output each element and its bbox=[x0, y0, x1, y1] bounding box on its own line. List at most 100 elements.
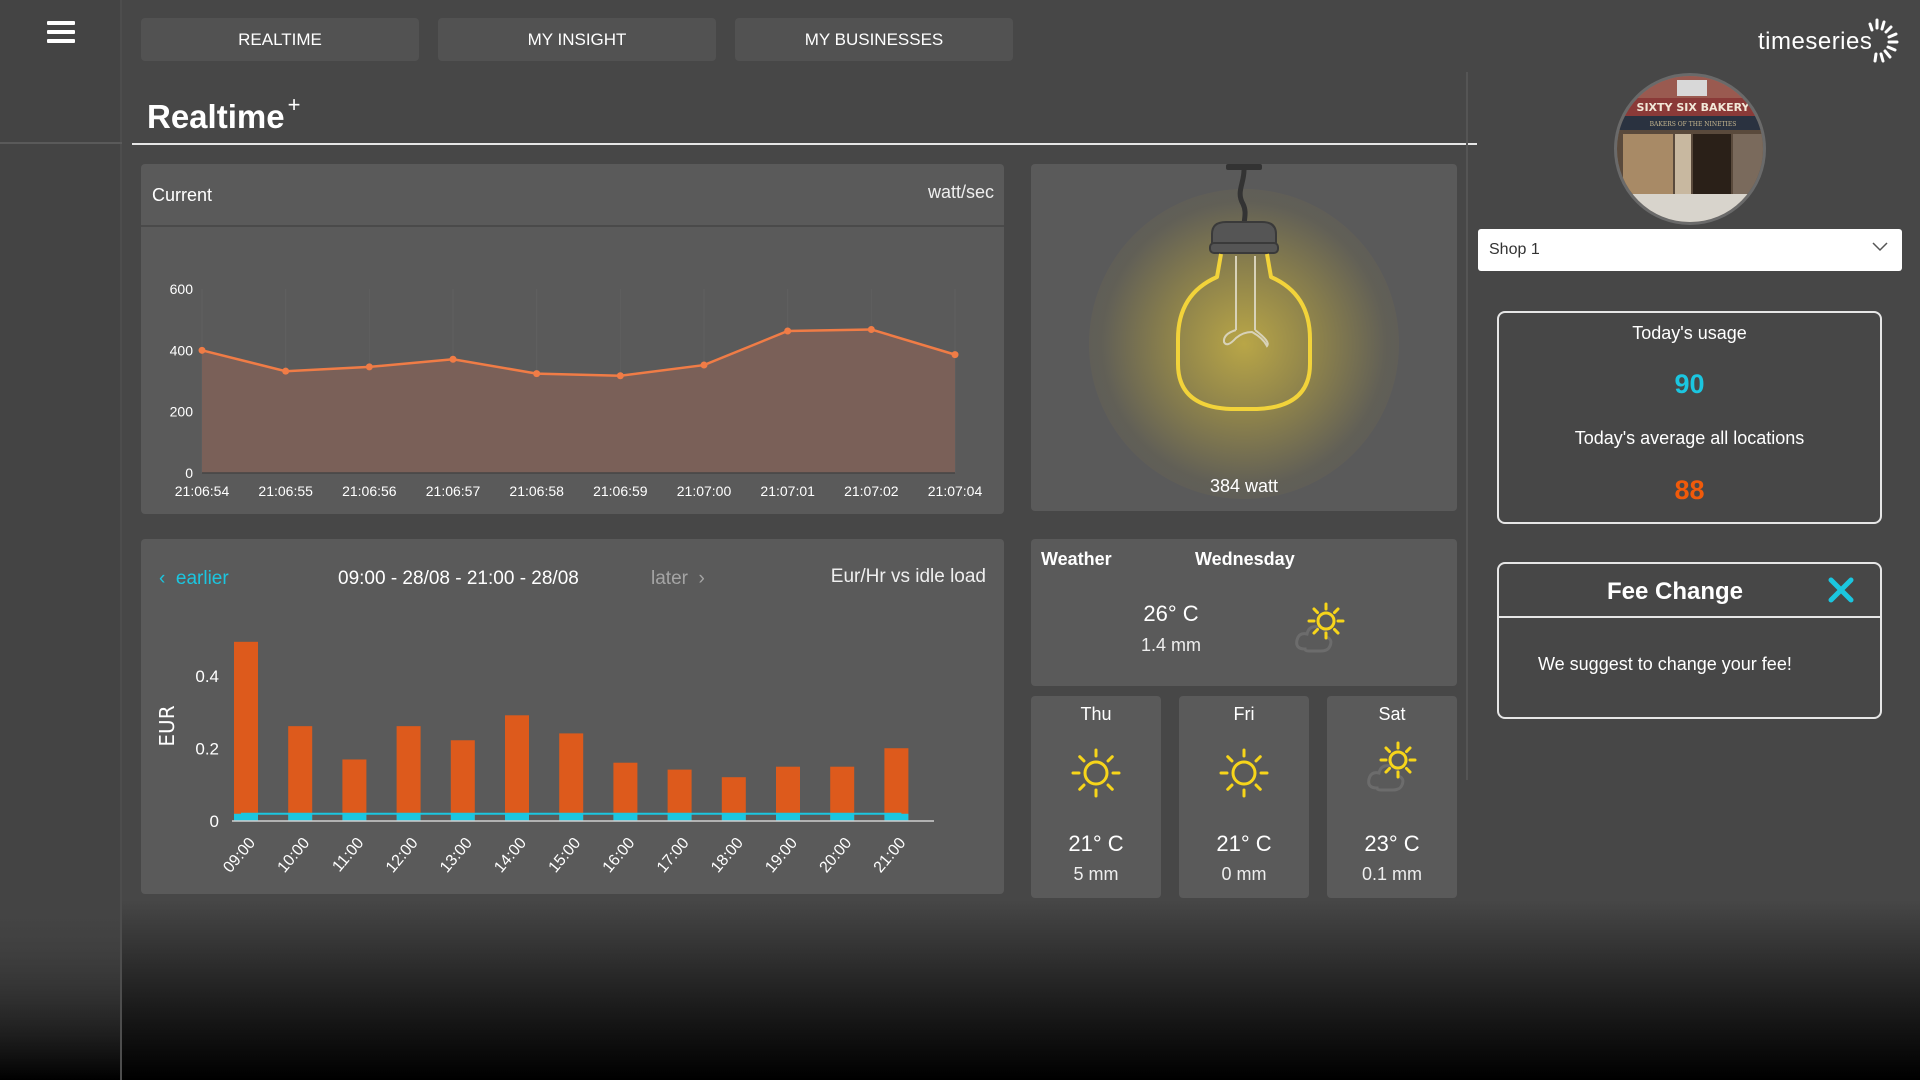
forecast-temp: 21° C bbox=[1216, 831, 1272, 856]
eur-bar bbox=[450, 740, 475, 821]
current-point bbox=[700, 361, 708, 369]
sun-ray bbox=[1254, 783, 1262, 791]
shop-subsign: BAKERS OF THE NINETIES bbox=[1650, 121, 1737, 128]
x-tick-label: 14:00 bbox=[491, 835, 530, 877]
weather-today-day: Wednesday bbox=[1195, 549, 1295, 569]
todays-usage-value: 90 bbox=[1674, 369, 1705, 399]
light-bulb-icon bbox=[1176, 164, 1312, 411]
current-point bbox=[198, 346, 206, 354]
forecast-rain: 0 mm bbox=[1221, 864, 1267, 884]
tab-my-insight[interactable]: MY INSIGHT bbox=[438, 18, 716, 61]
x-tick-label: 15:00 bbox=[545, 835, 584, 877]
eur-bar bbox=[342, 759, 367, 821]
weather-label: Weather bbox=[1041, 549, 1112, 569]
idle-bar bbox=[613, 813, 638, 821]
idle-bar bbox=[776, 813, 800, 821]
column-divider bbox=[1466, 72, 1468, 780]
x-tick-label: 13:00 bbox=[437, 835, 476, 877]
x-tick-label: 21:07:04 bbox=[928, 483, 983, 499]
x-tick-label: 11:00 bbox=[329, 835, 367, 876]
shop-photo: SIXTY SIX BAKERY BAKERS OF THE NINETIES bbox=[1617, 76, 1763, 222]
sun-ray bbox=[1332, 627, 1340, 635]
logo-text: timeseries bbox=[1758, 28, 1873, 55]
todays-usage-label: Today's usage bbox=[1632, 323, 1747, 343]
x-tick-label: 21:07:02 bbox=[844, 483, 899, 499]
y-axis-label: EUR bbox=[155, 705, 179, 746]
sun-icon bbox=[1219, 748, 1269, 798]
current-point bbox=[951, 351, 959, 359]
bulb-watt-reading: 384 watt bbox=[1209, 476, 1279, 496]
weather-panel: Weather Wednesday 26° C 1.4 mm bbox=[1031, 539, 1457, 686]
y-tick-label: 0.4 bbox=[195, 667, 219, 686]
logo-burst-icon bbox=[1868, 18, 1899, 63]
usage-card: Today's usage 90 Today's average all loc… bbox=[1497, 311, 1882, 524]
x-tick-label: 19:00 bbox=[762, 835, 801, 877]
forecast-temp: 21° C bbox=[1068, 831, 1124, 856]
y-tick-label: 0.2 bbox=[195, 740, 219, 759]
idle-bar bbox=[667, 813, 692, 821]
current-area bbox=[202, 329, 955, 473]
sun-ray bbox=[1226, 783, 1234, 791]
forecast-day: Sat bbox=[1378, 704, 1406, 724]
y-tick-label: 0 bbox=[210, 812, 219, 831]
x-tick-label: 17:00 bbox=[654, 835, 693, 877]
eur-bar bbox=[884, 748, 909, 821]
sun-core bbox=[1316, 611, 1336, 631]
shop-select-value: Shop 1 bbox=[1489, 241, 1540, 258]
sun-icon bbox=[1071, 748, 1121, 798]
todays-average-value: 88 bbox=[1674, 475, 1705, 505]
shop-select[interactable]: Shop 1 bbox=[1478, 229, 1902, 271]
sun-ray bbox=[1254, 755, 1262, 763]
tab-realtime[interactable]: REALTIME bbox=[141, 18, 419, 61]
weather-today-rain: 1.4 mm bbox=[1140, 635, 1201, 655]
x-tick-label: 21:07:01 bbox=[760, 483, 815, 499]
forecast-card-fri: Fri 21° C 0 mm bbox=[1179, 696, 1309, 898]
idle-bar bbox=[721, 813, 746, 821]
idle-bar bbox=[505, 813, 529, 821]
idle-bar bbox=[884, 813, 909, 821]
x-tick-label: 20:00 bbox=[816, 835, 855, 877]
sun-ray bbox=[1404, 746, 1412, 754]
idle-bar bbox=[830, 813, 855, 821]
y-tick-label: 400 bbox=[170, 342, 194, 358]
x-tick-label: 21:06:59 bbox=[593, 483, 648, 499]
bulb-panel: 384 watt bbox=[1031, 164, 1457, 511]
sun-ray bbox=[1312, 607, 1320, 615]
todays-average-label: Today's average all locations bbox=[1574, 428, 1805, 448]
y-tick-label: 600 bbox=[170, 281, 194, 297]
close-icon[interactable] bbox=[1828, 577, 1854, 603]
fee-change-title: Fee Change bbox=[1606, 578, 1744, 605]
eur-bar bbox=[288, 726, 313, 821]
sun-ray bbox=[1078, 755, 1086, 763]
forecast-day: Fri bbox=[1233, 704, 1255, 724]
eur-bar bbox=[234, 641, 258, 821]
sun-ray bbox=[1078, 783, 1086, 791]
current-chart-panel: Current watt/sec 0 200 400 600 21:06:54 21:06… bbox=[141, 164, 1004, 514]
forecast-temp: 23° C bbox=[1364, 831, 1420, 856]
y-tick-label: 0 bbox=[185, 465, 193, 481]
eur-chart: 0 0.2 0.4 EUR 09:00 10:00 11:00 12:00 13:00 14:00… bbox=[155, 641, 934, 877]
sun-core bbox=[1231, 760, 1257, 786]
forecast-card-thu: Thu 21° C 5 mm bbox=[1031, 696, 1161, 898]
sun-ray bbox=[1404, 766, 1412, 774]
sun-ray bbox=[1106, 783, 1114, 791]
forecast-card-sat: Sat 23° C 0.1 mm bbox=[1327, 696, 1457, 898]
sun-ray bbox=[1312, 627, 1320, 635]
sun-ray bbox=[1332, 607, 1340, 615]
x-tick-label: 21:06:57 bbox=[426, 483, 481, 499]
sun-ray bbox=[1226, 755, 1234, 763]
eur-bar bbox=[396, 726, 421, 821]
forecast-rain: 5 mm bbox=[1073, 864, 1119, 884]
tab-my-businesses[interactable]: MY BUSINESSES bbox=[735, 18, 1013, 61]
current-point bbox=[365, 363, 373, 371]
idle-bar bbox=[396, 813, 421, 821]
idle-bar bbox=[559, 813, 584, 821]
x-tick-label: 10:00 bbox=[274, 835, 313, 877]
x-tick-label: 21:06:55 bbox=[258, 483, 313, 499]
fee-change-message: We suggest to change your fee! bbox=[1538, 654, 1792, 674]
forecast-day: Thu bbox=[1080, 704, 1112, 724]
x-tick-label: 21:06:58 bbox=[509, 483, 564, 499]
eur-chart-panel: ‹ earlier 09:00 - 28/08 - 21:00 - 28/08 … bbox=[141, 539, 1004, 894]
hamburger-menu-icon[interactable] bbox=[47, 21, 75, 45]
x-tick-label: 21:06:54 bbox=[175, 483, 230, 499]
